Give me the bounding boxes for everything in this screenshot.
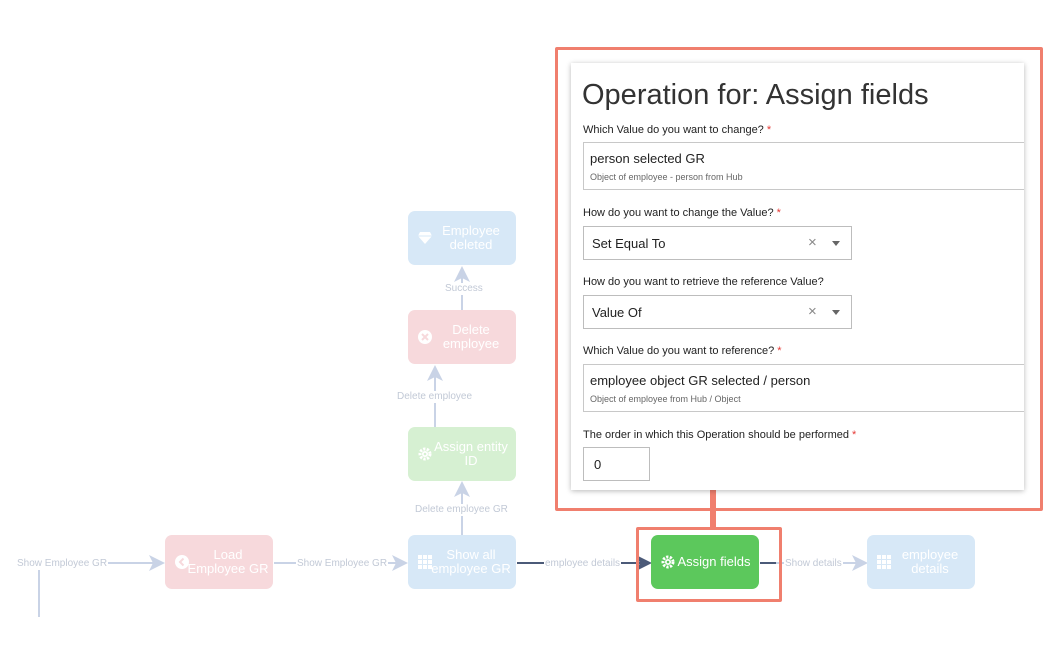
edge-label-employee-details: employee details bbox=[544, 558, 622, 570]
close-circle-icon bbox=[416, 328, 434, 346]
node-show-all-employee-gr[interactable]: Show all employee GR bbox=[408, 535, 516, 589]
node-assign-entity-id[interactable]: Assign entity ID bbox=[408, 427, 516, 481]
edge-label-delete-employee-gr: Delete employee GR bbox=[414, 504, 509, 516]
node-load-employee-gr[interactable]: Load Employee GR bbox=[165, 535, 273, 589]
edge-label-show-details: Show details bbox=[784, 558, 843, 570]
grid-icon bbox=[416, 553, 434, 571]
node-employee-details[interactable]: employee details bbox=[867, 535, 975, 589]
edge-label-show-employee-gr-1: Show Employee GR bbox=[16, 558, 109, 570]
grid-icon bbox=[875, 553, 893, 571]
panel-highlight bbox=[555, 47, 1043, 511]
edge-label-show-employee-gr-2: Show Employee GR bbox=[296, 558, 389, 570]
edge-label-delete-employee: Delete employee bbox=[396, 391, 474, 403]
node-delete-employee[interactable]: Delete employee bbox=[408, 310, 516, 364]
download-circle-icon bbox=[173, 553, 191, 571]
gear-icon bbox=[416, 445, 434, 463]
diamond-icon bbox=[416, 229, 434, 247]
edge-label-success: Success bbox=[444, 283, 484, 295]
node-employee-deleted[interactable]: Employee deleted bbox=[408, 211, 516, 265]
active-node-highlight bbox=[636, 527, 782, 602]
